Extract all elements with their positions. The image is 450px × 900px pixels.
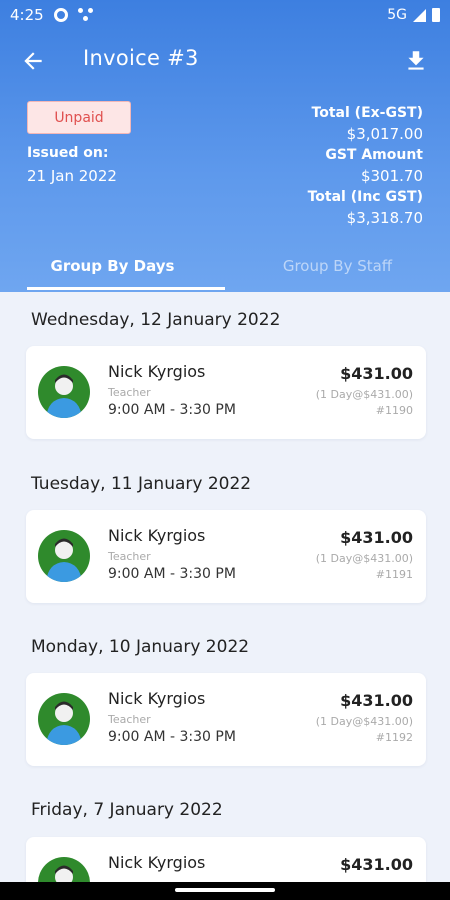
status-bar: 4:25 5G	[0, 0, 450, 30]
page-title: Invoice #3	[83, 46, 199, 70]
issued-date: 21 Jan 2022	[27, 167, 117, 185]
total-ex-gst-value: $3,017.00	[346, 125, 423, 143]
staff-entry-card[interactable]: Nick Kyrgios Teacher 9:00 AM - 3:30 PM $…	[26, 346, 426, 439]
invoice-totals: Total (Ex-GST) $3,017.00 GST Amount $301…	[308, 103, 423, 229]
day-heading: Wednesday, 12 January 2022	[31, 310, 281, 330]
status-badge: Unpaid	[27, 101, 131, 134]
entry-amount: $431.00	[340, 855, 413, 874]
invoice-header: 4:25 5G Invoice #3 Unpaid Issued on: 21 …	[0, 0, 450, 292]
staff-name: Nick Kyrgios	[108, 689, 206, 708]
avatar	[38, 366, 90, 418]
entry-reference: #1191	[375, 568, 413, 581]
total-inc-gst-label: Total (Inc GST)	[307, 189, 423, 205]
entry-day-rate: (1 Day@$431.00)	[315, 552, 413, 565]
staff-name: Nick Kyrgios	[108, 853, 206, 872]
home-gesture-handle[interactable]	[175, 888, 275, 892]
entry-amount: $431.00	[340, 691, 413, 710]
staff-entry-card[interactable]: Nick Kyrgios Teacher 9:00 AM - 3:30 PM $…	[26, 673, 426, 766]
entry-reference: #1192	[375, 731, 413, 744]
group-tabs: Group By Days Group By Staff	[0, 240, 450, 292]
issued-label: Issued on:	[27, 145, 109, 161]
shift-time: 9:00 AM - 3:30 PM	[108, 729, 236, 745]
shift-time: 9:00 AM - 3:30 PM	[108, 402, 236, 418]
download-icon[interactable]	[403, 48, 429, 74]
avatar	[38, 857, 90, 882]
signal-icon	[413, 8, 426, 22]
staff-role: Teacher	[108, 386, 151, 399]
entry-amount: $431.00	[340, 528, 413, 547]
app-notification-icon	[77, 8, 94, 22]
settings-notification-icon	[53, 8, 68, 22]
avatar	[38, 693, 90, 745]
staff-entry-card[interactable]: Nick Kyrgios $431.00	[26, 837, 426, 882]
avatar	[38, 530, 90, 582]
entry-day-rate: (1 Day@$431.00)	[315, 715, 413, 728]
day-groups-list[interactable]: Wednesday, 12 January 2022 Nick Kyrgios …	[0, 292, 450, 882]
total-ex-gst-label: Total (Ex-GST)	[311, 105, 423, 121]
tab-group-by-staff[interactable]: Group By Staff	[225, 240, 450, 292]
total-inc-gst-value: $3,318.70	[346, 209, 423, 227]
staff-name: Nick Kyrgios	[108, 362, 206, 381]
entry-amount: $431.00	[340, 364, 413, 383]
staff-name: Nick Kyrgios	[108, 526, 206, 545]
tab-group-by-days[interactable]: Group By Days	[0, 240, 225, 292]
gst-value: $301.70	[360, 167, 423, 185]
staff-role: Teacher	[108, 713, 151, 726]
entry-reference: #1190	[375, 404, 413, 417]
app-bar: Invoice #3	[0, 40, 450, 84]
system-navigation-bar	[0, 882, 450, 900]
staff-entry-card[interactable]: Nick Kyrgios Teacher 9:00 AM - 3:30 PM $…	[26, 510, 426, 603]
status-time: 4:25	[10, 6, 44, 24]
gst-label: GST Amount	[325, 147, 423, 163]
day-heading: Tuesday, 11 January 2022	[31, 474, 252, 494]
back-arrow-icon[interactable]	[20, 48, 46, 74]
staff-role: Teacher	[108, 550, 151, 563]
day-heading: Monday, 10 January 2022	[31, 637, 250, 657]
shift-time: 9:00 AM - 3:30 PM	[108, 566, 236, 582]
entry-day-rate: (1 Day@$431.00)	[315, 388, 413, 401]
battery-icon	[432, 8, 440, 22]
day-heading: Friday, 7 January 2022	[31, 800, 223, 820]
active-tab-indicator	[27, 287, 225, 290]
network-type: 5G	[387, 7, 407, 23]
